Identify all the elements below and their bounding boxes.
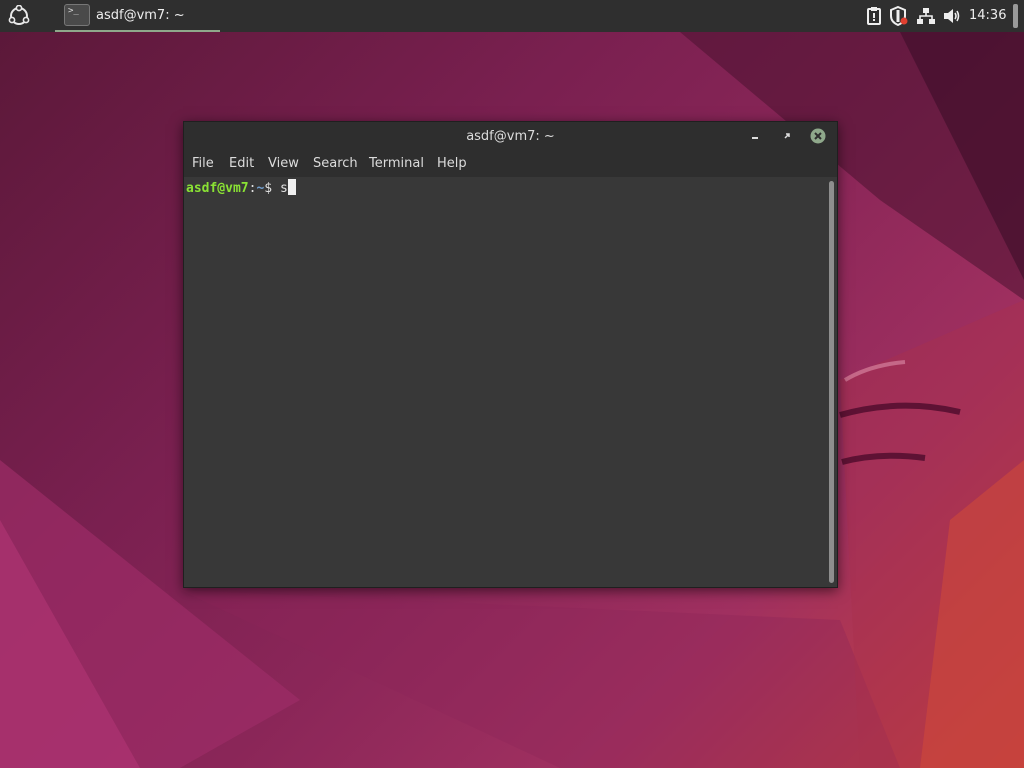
menu-edit[interactable]: Edit: [229, 156, 254, 171]
window-titlebar[interactable]: asdf@vm7: ~: [184, 122, 837, 150]
network-icon[interactable]: [916, 6, 936, 26]
menu-search[interactable]: Search: [313, 156, 358, 171]
shield-icon[interactable]: [890, 5, 908, 27]
volume-icon[interactable]: [943, 6, 961, 26]
close-button[interactable]: [810, 128, 826, 144]
prompt-line: asdf@vm7:~$ s: [186, 179, 296, 196]
menu-terminal[interactable]: Terminal: [369, 156, 424, 171]
taskbar-item-label: asdf@vm7: ~: [96, 8, 185, 23]
menu-file[interactable]: File: [192, 156, 214, 171]
taskbar-item-terminal[interactable]: >_ asdf@vm7: ~: [55, 0, 220, 32]
window-title: asdf@vm7: ~: [466, 129, 555, 144]
menu-view[interactable]: View: [268, 156, 299, 171]
maximize-button[interactable]: [779, 128, 795, 144]
menu-help[interactable]: Help: [437, 156, 467, 171]
command-input[interactable]: s: [280, 181, 288, 196]
top-panel: >_ asdf@vm7: ~ 14:36: [0, 0, 1024, 32]
prompt-symbol: $: [264, 181, 280, 196]
scrollbar[interactable]: [829, 181, 834, 583]
prompt-user-host: asdf@vm7: [186, 181, 249, 196]
ubuntu-logo-icon[interactable]: [7, 4, 31, 27]
terminal-icon: >_: [64, 4, 90, 26]
terminal-output[interactable]: asdf@vm7:~$ s: [184, 177, 828, 587]
clock[interactable]: 14:36: [969, 8, 1006, 23]
text-cursor: [287, 179, 296, 195]
clipboard-icon[interactable]: [866, 6, 882, 26]
menubar: File Edit View Search Terminal Help: [184, 150, 837, 177]
panel-handle[interactable]: [1013, 4, 1018, 28]
terminal-window: asdf@vm7: ~ File Edit View Search Termin…: [183, 121, 838, 588]
minimize-button[interactable]: [747, 128, 763, 144]
